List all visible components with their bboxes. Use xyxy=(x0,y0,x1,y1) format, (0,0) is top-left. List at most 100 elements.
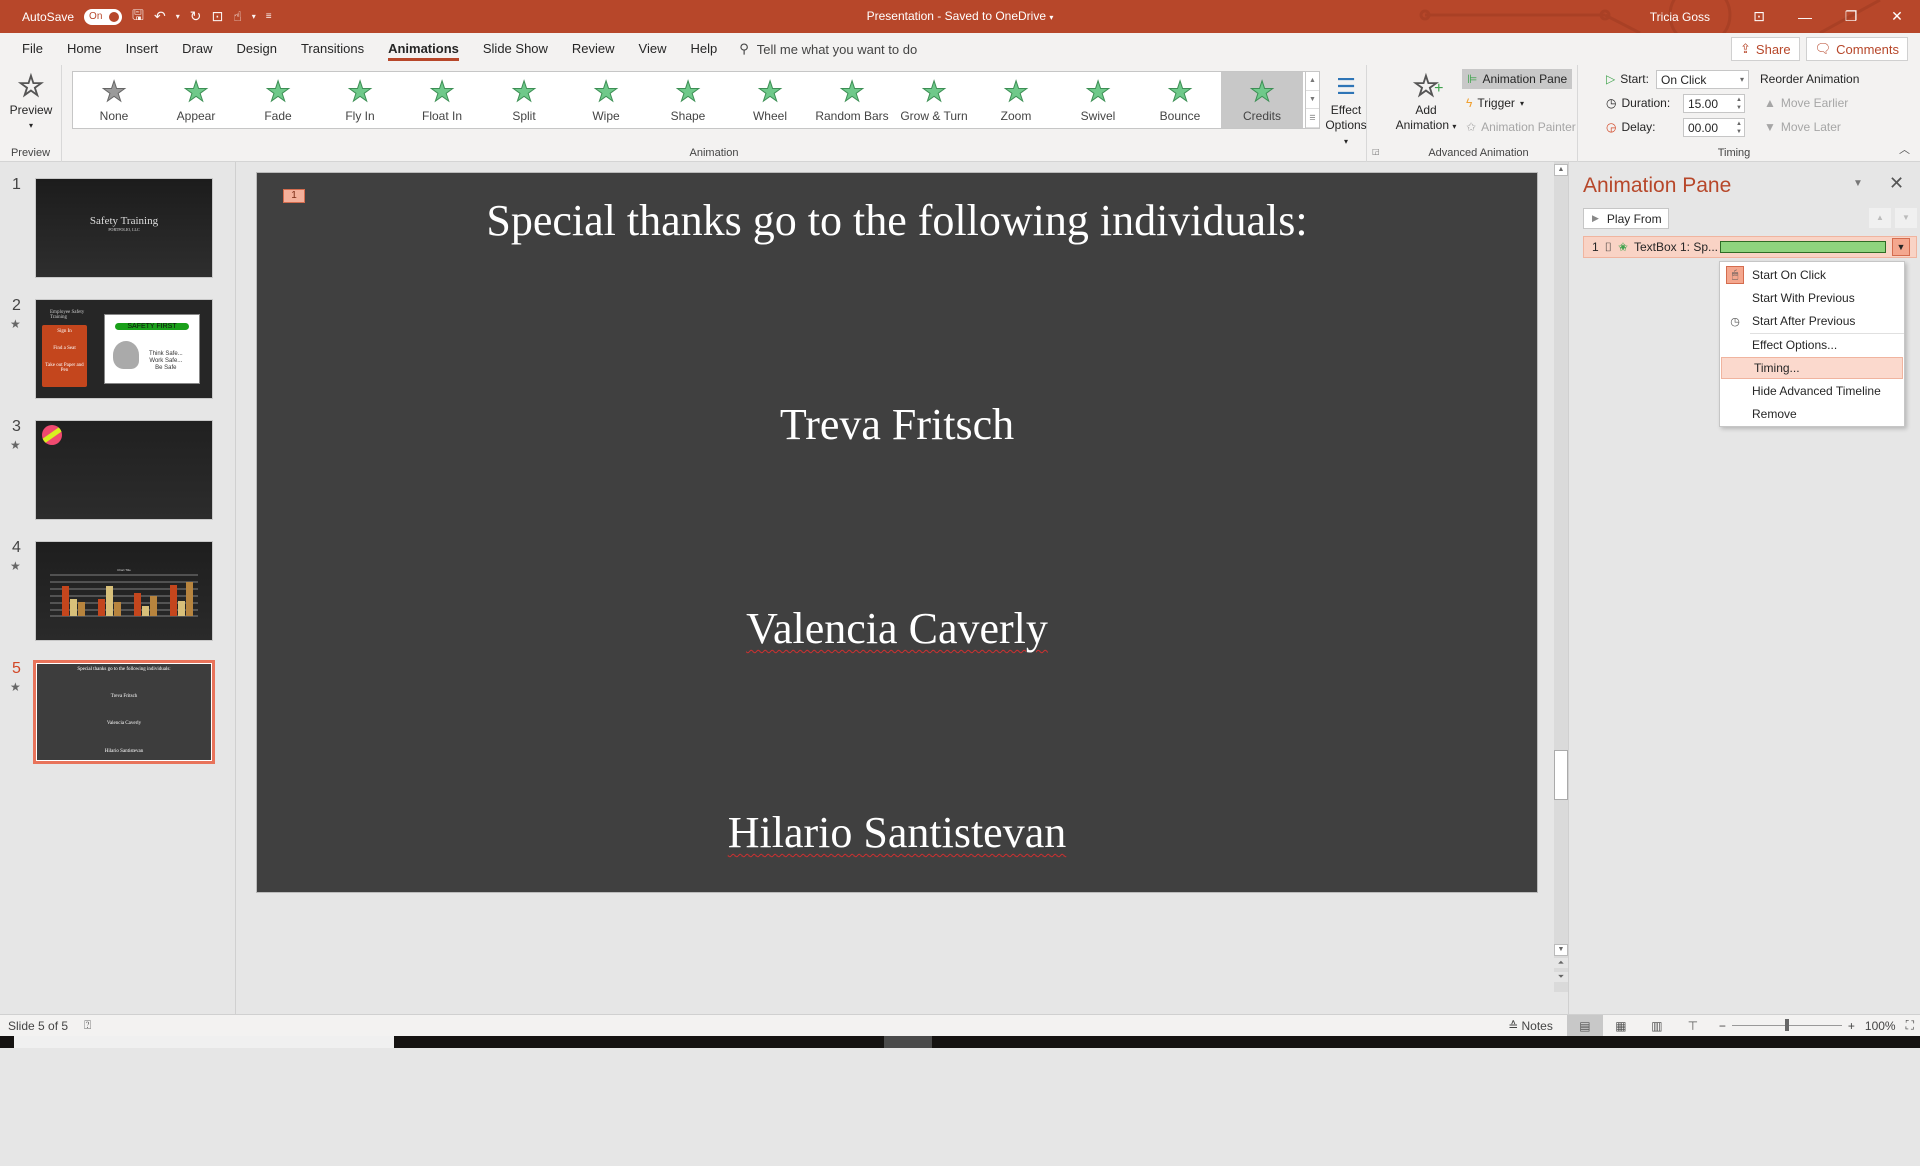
menu-start-after-previous[interactable]: ◷ Start After Previous xyxy=(1720,310,1904,332)
taskbar-item[interactable] xyxy=(884,1036,932,1048)
menu-start-with-previous[interactable]: Start With Previous xyxy=(1720,287,1904,309)
move-later-button[interactable]: ▼ Move Later xyxy=(1764,117,1841,137)
move-down-icon[interactable]: ▼ xyxy=(1895,208,1917,228)
scroll-thumb[interactable] xyxy=(1554,750,1568,800)
gallery-scrollbar[interactable]: ▲ ▼ ☰ xyxy=(1306,71,1320,129)
tab-draw[interactable]: Draw xyxy=(170,33,224,65)
animation-effect-swivel[interactable]: ★ Swivel xyxy=(1057,72,1139,128)
animation-effect-shape[interactable]: ★ Shape xyxy=(647,72,729,128)
vertical-scrollbar[interactable]: ▲ ▼ ⏶ ⏷ xyxy=(1554,162,1568,992)
taskbar-window[interactable] xyxy=(14,1036,394,1048)
animation-effect-fly-in[interactable]: ★ Fly In xyxy=(319,72,401,128)
zoom-slider[interactable] xyxy=(1731,1019,1842,1031)
delay-spinner-icon[interactable]: ▲ ▼ xyxy=(1736,120,1742,136)
menu-effect-options[interactable]: Effect Options... xyxy=(1720,334,1904,356)
tab-insert[interactable]: Insert xyxy=(114,33,171,65)
tab-file[interactable]: File xyxy=(10,33,55,65)
animation-dialog-launcher-icon[interactable]: ◲ xyxy=(1372,147,1380,156)
current-slide[interactable]: 1 Special thanks go to the following ind… xyxy=(256,172,1538,893)
menu-remove[interactable]: Remove xyxy=(1720,403,1904,425)
restore-icon[interactable]: ❐ xyxy=(1828,0,1874,33)
fit-to-window-icon[interactable]: ⛶ xyxy=(1906,1018,1914,1033)
animation-effect-float-in[interactable]: ★ Float In xyxy=(401,72,483,128)
notes-button[interactable]: ≙ Notes xyxy=(1508,1019,1553,1033)
animation-effect-fade[interactable]: ★ Fade xyxy=(237,72,319,128)
user-name[interactable]: Tricia Goss xyxy=(1650,10,1710,24)
animation-effect-zoom[interactable]: ★ Zoom xyxy=(975,72,1057,128)
slide-name-1[interactable]: Treva Fritsch xyxy=(257,399,1537,450)
tab-review[interactable]: Review xyxy=(560,33,627,65)
start-from-beginning-icon[interactable]: ⊡ xyxy=(211,8,223,25)
close-icon[interactable]: ✕ xyxy=(1874,0,1920,33)
slide-thumbnail-3[interactable]: 3 ★ xyxy=(0,404,236,520)
undo-dropdown-icon[interactable]: ▾ xyxy=(176,12,180,21)
slide-name-2[interactable]: Valencia Caverly xyxy=(257,603,1537,654)
animation-effect-credits[interactable]: ★ Credits xyxy=(1221,72,1303,128)
slide-show-view-icon[interactable]: ⊤ xyxy=(1675,1015,1711,1037)
document-title[interactable]: Presentation - Saved to OneDrive ▾ xyxy=(0,9,1920,23)
minimize-icon[interactable]: — xyxy=(1782,0,1828,33)
move-earlier-button[interactable]: ▲ Move Earlier xyxy=(1764,93,1848,113)
redo-icon[interactable]: ↻ xyxy=(190,8,202,25)
normal-view-icon[interactable]: ▤ xyxy=(1566,1014,1603,1037)
animation-effect-split[interactable]: ★ Split xyxy=(483,72,565,128)
ribbon-display-options-icon[interactable]: ⊡ xyxy=(1736,0,1782,33)
previous-slide-icon[interactable]: ⏶ xyxy=(1554,958,1568,968)
scroll-up-icon[interactable]: ▲ xyxy=(1554,164,1568,176)
animation-effect-appear[interactable]: ★ Appear xyxy=(155,72,237,128)
play-from-button[interactable]: ▶ Play From xyxy=(1583,208,1669,229)
animation-pane-button[interactable]: ⊫ Animation Pane xyxy=(1462,69,1573,89)
duration-input[interactable]: 15.00 ▲ ▼ xyxy=(1683,94,1745,113)
effect-options-button[interactable]: ☰ Effect Options ▾ xyxy=(1324,71,1368,149)
autosave-toggle[interactable]: On xyxy=(84,8,123,25)
zoom-level[interactable]: 100% xyxy=(1865,1019,1896,1033)
zoom-in-icon[interactable]: + xyxy=(1848,1019,1855,1033)
slide-name-3[interactable]: Hilario Santistevan xyxy=(257,807,1537,858)
customize-qat-icon[interactable]: ≡ xyxy=(266,11,272,22)
tell-me-search[interactable]: ⚲ Tell me what you want to do xyxy=(739,41,917,57)
animation-painter-button[interactable]: ✩ Animation Painter xyxy=(1466,117,1576,137)
tab-transitions[interactable]: Transitions xyxy=(289,33,376,65)
animation-effect-wipe[interactable]: ★ Wipe xyxy=(565,72,647,128)
animation-timeline-bar[interactable] xyxy=(1720,241,1886,253)
tab-slide-show[interactable]: Slide Show xyxy=(471,33,560,65)
menu-timing[interactable]: Timing... xyxy=(1721,357,1903,379)
pane-options-icon[interactable]: ▼ xyxy=(1853,178,1863,189)
animation-item-dropdown-icon[interactable]: ▼ xyxy=(1892,238,1910,256)
save-icon[interactable]: 🖫 xyxy=(132,5,144,29)
animation-effect-bounce[interactable]: ★ Bounce xyxy=(1139,72,1221,128)
slide-thumbnail-4[interactable]: 4 ★ Chart Title xyxy=(0,525,236,641)
gallery-down-icon[interactable]: ▼ xyxy=(1306,91,1319,110)
share-button[interactable]: ⇪ Share xyxy=(1731,37,1800,61)
collapse-ribbon-icon[interactable]: ︿ xyxy=(1899,141,1910,157)
start-select[interactable]: On Click ▾ xyxy=(1656,70,1749,89)
undo-icon[interactable]: ↶ xyxy=(154,8,166,25)
animation-effect-random-bars[interactable]: ★ Random Bars xyxy=(811,72,893,128)
slide-thumbnail-5[interactable]: 5 ★ Special thanks go to the following i… xyxy=(0,646,236,764)
slide-thumbnail-1[interactable]: 1 Safety Training PORTFOLIO, LLC xyxy=(0,162,236,278)
comments-button[interactable]: 🗨 Comments xyxy=(1805,37,1908,61)
menu-hide-advanced-timeline[interactable]: Hide Advanced Timeline xyxy=(1720,380,1904,402)
gallery-more-icon[interactable]: ☰ xyxy=(1306,109,1319,129)
add-animation-button[interactable]: ☆ + Add Animation ▾ xyxy=(1388,70,1464,134)
tab-animations[interactable]: Animations xyxy=(376,33,471,65)
move-up-icon[interactable]: ▲ xyxy=(1869,208,1891,228)
animation-effect-grow-turn[interactable]: ★ Grow & Turn xyxy=(893,72,975,128)
reading-view-icon[interactable]: ▥ xyxy=(1639,1015,1675,1037)
gallery-up-icon[interactable]: ▲ xyxy=(1306,72,1319,91)
menu-start-on-click[interactable]: 🖱 Start On Click xyxy=(1720,264,1904,286)
tab-help[interactable]: Help xyxy=(679,33,730,65)
tab-home[interactable]: Home xyxy=(55,33,114,65)
touch-mode-icon[interactable]: ☝ xyxy=(233,8,242,25)
next-slide-icon[interactable]: ⏷ xyxy=(1554,972,1568,982)
accessibility-checker-icon[interactable]: ⍰ xyxy=(84,1018,91,1033)
duration-spinner-icon[interactable]: ▲ ▼ xyxy=(1736,96,1742,112)
zoom-out-icon[interactable]: − xyxy=(1719,1019,1726,1033)
animation-effect-wheel[interactable]: ★ Wheel xyxy=(729,72,811,128)
delay-input[interactable]: 00.00 ▲ ▼ xyxy=(1683,118,1745,137)
slide-thumbnail-2[interactable]: 2 ★ Employee Safety Training Sign In Fin… xyxy=(0,283,236,399)
slide-heading[interactable]: Special thanks go to the following indiv… xyxy=(257,195,1537,246)
trigger-button[interactable]: ϟ Trigger ▾ xyxy=(1466,93,1524,113)
animation-effect-none[interactable]: ★ None xyxy=(73,72,155,128)
slide-sorter-view-icon[interactable]: ▦ xyxy=(1603,1015,1639,1037)
